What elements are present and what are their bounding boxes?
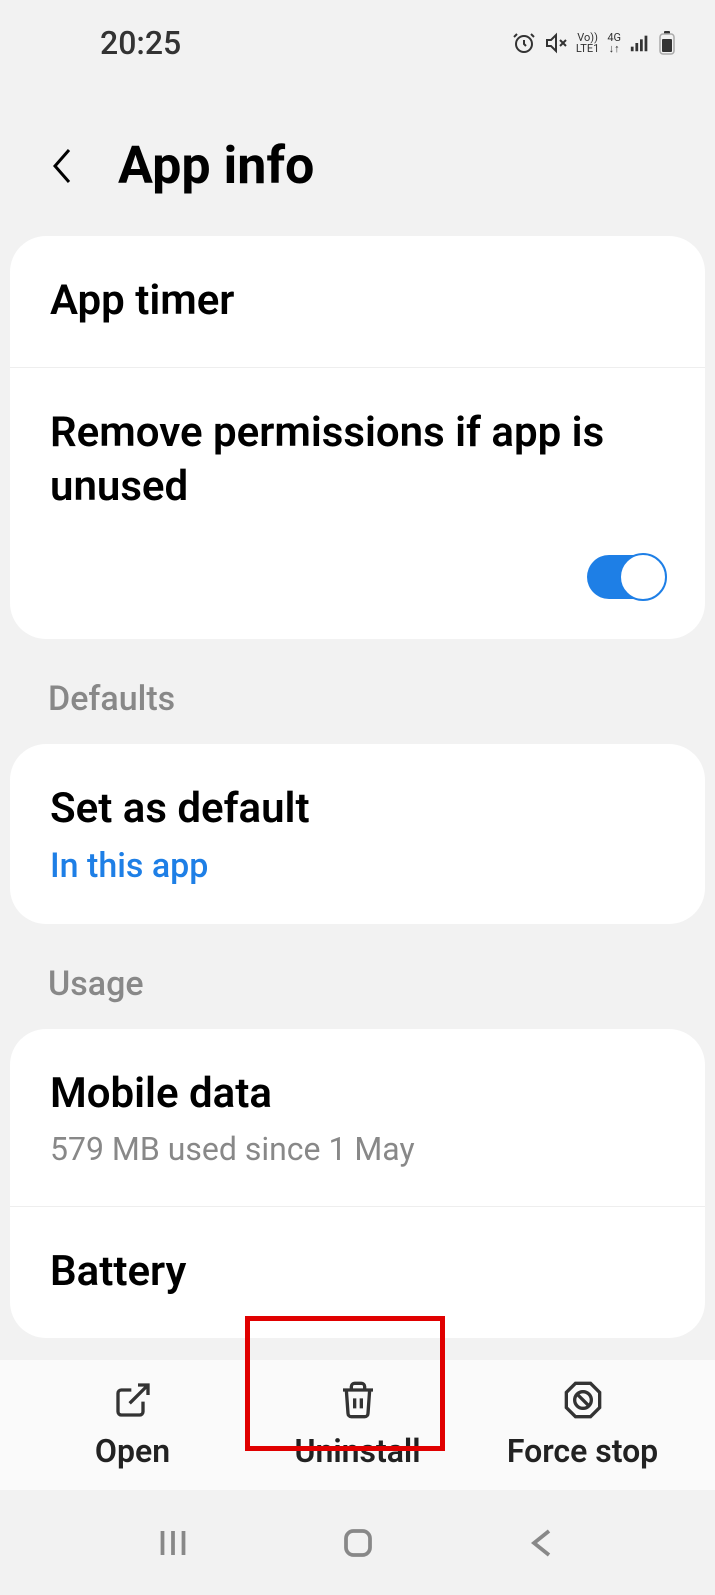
- mobile-data-label: Mobile data: [50, 1067, 665, 1122]
- mobile-data-sub: 579 MB used since 1 May: [50, 1130, 665, 1168]
- usage-group: Mobile data 579 MB used since 1 May Batt…: [10, 1029, 705, 1337]
- page-header: App info: [0, 65, 715, 236]
- force-stop-button[interactable]: Force stop: [483, 1380, 683, 1470]
- open-button[interactable]: Open: [33, 1380, 233, 1470]
- remove-permissions-label: Remove permissions if app is unused: [50, 406, 665, 515]
- settings-group-1: App timer Remove permissions if app is u…: [10, 236, 705, 639]
- app-timer-label: App timer: [50, 274, 665, 329]
- remove-permissions-toggle-row: [10, 525, 705, 639]
- defaults-group: Set as default In this app: [10, 744, 705, 925]
- remove-permissions-toggle[interactable]: [587, 555, 665, 599]
- toggle-knob: [619, 553, 667, 601]
- set-as-default-sub: In this app: [50, 846, 665, 886]
- uninstall-label: Uninstall: [294, 1432, 420, 1470]
- network-4g-icon: 4G↓↑: [607, 32, 621, 54]
- battery-icon: [659, 31, 675, 55]
- back-icon[interactable]: [48, 146, 78, 186]
- status-bar: 20:25 Vo))LTE1 4G↓↑: [0, 0, 715, 65]
- signal-icon: [629, 32, 651, 54]
- system-nav-bar: [0, 1490, 715, 1595]
- force-stop-label: Force stop: [507, 1432, 658, 1470]
- uninstall-button[interactable]: Uninstall: [258, 1380, 458, 1470]
- set-as-default-label: Set as default: [50, 782, 665, 837]
- battery-label: Battery: [50, 1245, 665, 1300]
- page-title: App info: [118, 135, 314, 196]
- status-icons: Vo))LTE1 4G↓↑: [512, 31, 675, 55]
- trash-icon: [338, 1380, 378, 1420]
- recents-icon[interactable]: [155, 1525, 191, 1561]
- usage-section-header: Usage: [0, 924, 715, 1029]
- mute-icon: [544, 31, 568, 55]
- bottom-action-bar: Open Uninstall Force stop: [0, 1360, 715, 1490]
- remove-permissions-row[interactable]: Remove permissions if app is unused: [10, 367, 705, 525]
- open-icon: [113, 1380, 153, 1420]
- app-timer-row[interactable]: App timer: [10, 236, 705, 367]
- open-label: Open: [95, 1432, 170, 1470]
- volte-icon: Vo))LTE1: [576, 32, 599, 54]
- home-icon[interactable]: [340, 1525, 376, 1561]
- alarm-icon: [512, 31, 536, 55]
- status-time: 20:25: [100, 24, 181, 62]
- mobile-data-row[interactable]: Mobile data 579 MB used since 1 May: [10, 1029, 705, 1206]
- set-as-default-row[interactable]: Set as default In this app: [10, 744, 705, 925]
- back-nav-icon[interactable]: [525, 1525, 561, 1561]
- defaults-section-header: Defaults: [0, 639, 715, 744]
- stop-icon: [563, 1380, 603, 1420]
- battery-row[interactable]: Battery: [10, 1206, 705, 1338]
